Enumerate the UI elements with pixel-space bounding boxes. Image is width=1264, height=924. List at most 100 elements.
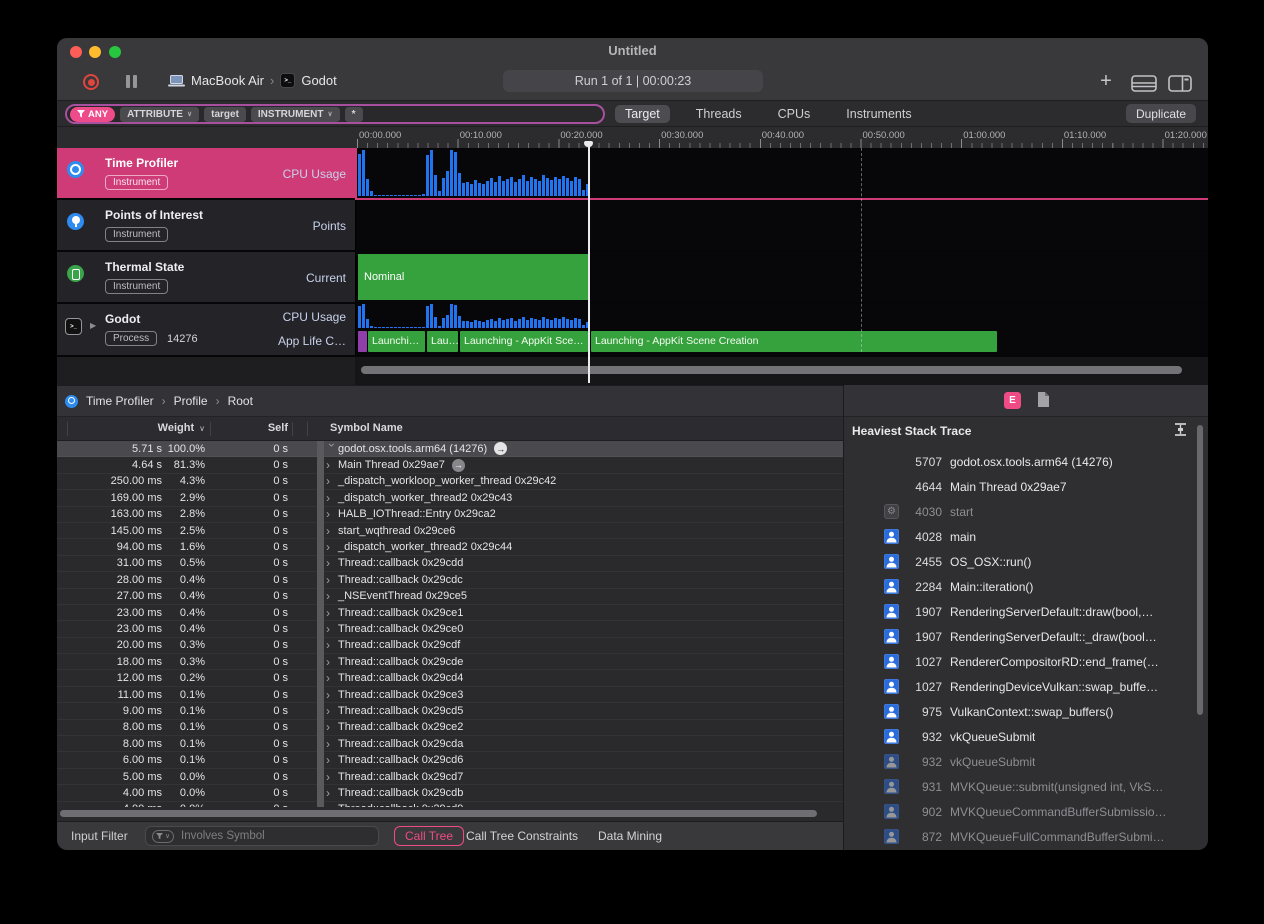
- disclosure-chevron-icon[interactable]: ›: [326, 657, 338, 667]
- call-tree-row[interactable]: 12.00 ms0.2%0 s›Thread::callback 0x29cd4: [57, 670, 843, 686]
- call-tree-row[interactable]: 18.00 ms0.3%0 s›Thread::callback 0x29cde: [57, 654, 843, 670]
- disclosure-chevron-icon[interactable]: ›: [326, 722, 338, 732]
- tab-cpus[interactable]: CPUs: [768, 105, 821, 123]
- call-tree-row[interactable]: 94.00 ms1.6%0 s›_dispatch_worker_thread2…: [57, 539, 843, 555]
- disclosure-chevron-icon[interactable]: ›: [326, 640, 338, 650]
- disclosure-chevron-icon[interactable]: ›: [326, 772, 338, 782]
- life-phase-segment[interactable]: [358, 331, 367, 352]
- call-tree-row[interactable]: 20.00 ms0.3%0 s›Thread::callback 0x29cdf: [57, 638, 843, 654]
- call-tree-button[interactable]: Call Tree: [394, 826, 464, 846]
- track-row-godot-process[interactable]: >_ ▶ Godot Process 14276 CPU Usage App L…: [57, 304, 1208, 357]
- disclosure-chevron-icon[interactable]: ›: [326, 706, 338, 716]
- stack-frame-row[interactable]: 4028main: [844, 524, 1208, 549]
- disclosure-chevron-icon[interactable]: ›: [326, 624, 338, 634]
- track-row-thermal-state[interactable]: Thermal State Instrument Current Nominal: [57, 252, 1208, 304]
- tab-instruments[interactable]: Instruments: [836, 105, 921, 123]
- stack-frame-row[interactable]: 4644Main Thread 0x29ae7: [844, 474, 1208, 499]
- call-tree-constraints-button[interactable]: Call Tree Constraints: [466, 829, 578, 843]
- stack-frame-row[interactable]: 1907RenderingServerDefault::_draw(bool…: [844, 624, 1208, 649]
- playhead-line[interactable]: [588, 141, 590, 383]
- record-button[interactable]: [83, 74, 99, 90]
- document-icon[interactable]: [1036, 391, 1051, 409]
- call-tree-row[interactable]: 5.71 s100.0%0 s›godot.osx.tools.arm64 (1…: [57, 441, 843, 457]
- call-tree-row[interactable]: 4.64 s81.3%0 s›Main Thread 0x29ae7→: [57, 457, 843, 473]
- stack-frame-row[interactable]: 902MVKQueueCommandBufferSubmissio…: [844, 799, 1208, 824]
- stack-frame-row[interactable]: ⚙4030start: [844, 499, 1208, 524]
- device-name[interactable]: MacBook Air: [191, 73, 264, 88]
- call-tree-row[interactable]: 9.00 ms0.1%0 s›Thread::callback 0x29cd5: [57, 703, 843, 719]
- filter-any-pill[interactable]: ANY: [70, 107, 115, 122]
- disclosure-chevron-icon[interactable]: ›: [326, 739, 338, 749]
- points-lane[interactable]: [355, 200, 1208, 250]
- process-name[interactable]: Godot: [301, 73, 336, 88]
- run-display[interactable]: Run 1 of 1 | 00:00:23: [503, 70, 763, 92]
- stack-frame-row[interactable]: 1027RenderingDeviceVulkan::swap_buffe…: [844, 674, 1208, 699]
- disclosure-chevron-icon[interactable]: ›: [326, 526, 338, 536]
- thermal-state-bar[interactable]: Nominal: [358, 254, 590, 300]
- symbol-filter-field[interactable]: ∨: [145, 826, 379, 846]
- panel-vertical-scrollbar[interactable]: [1197, 425, 1203, 715]
- stack-frame-row[interactable]: 5707godot.osx.tools.arm64 (14276): [844, 449, 1208, 474]
- filter-token-attribute[interactable]: ATTRIBUTE∨: [120, 107, 199, 122]
- filter-options-icon[interactable]: ∨: [152, 830, 174, 843]
- stack-frame-row[interactable]: 2455OS_OSX::run(): [844, 549, 1208, 574]
- call-tree-row[interactable]: 23.00 ms0.4%0 s›Thread::callback 0x29ce0: [57, 621, 843, 637]
- life-phase-segment[interactable]: Lau…: [427, 331, 458, 352]
- call-tree-row[interactable]: 27.00 ms0.4%0 s›_NSEventThread 0x29ce5: [57, 589, 843, 605]
- stack-frame-row[interactable]: 1027RendererCompositorRD::end_frame(…: [844, 649, 1208, 674]
- call-tree-row[interactable]: 163.00 ms2.8%0 s›HALB_IOThread::Entry 0x…: [57, 507, 843, 523]
- call-tree-row[interactable]: 11.00 ms0.1%0 s›Thread::callback 0x29ce3: [57, 687, 843, 703]
- disclosure-chevron-icon[interactable]: ›: [326, 608, 338, 618]
- breadcrumb-item[interactable]: Profile: [174, 394, 208, 408]
- life-phase-segment[interactable]: Launchi…: [368, 331, 425, 352]
- track-row-time-profiler[interactable]: Time Profiler Instrument CPU Usage: [57, 148, 1208, 200]
- cpu-usage-lane[interactable]: [355, 148, 1208, 198]
- symbol-filter-input[interactable]: [179, 829, 349, 843]
- disclosure-chevron-icon[interactable]: ›: [326, 460, 338, 470]
- data-mining-button[interactable]: Data Mining: [598, 829, 662, 843]
- disclosure-chevron-icon[interactable]: ›: [326, 755, 338, 765]
- breadcrumb-item[interactable]: Time Profiler: [86, 394, 154, 408]
- stack-frame-row[interactable]: 1907RenderingServerDefault::draw(bool,…: [844, 599, 1208, 624]
- stack-frame-row[interactable]: 2284Main::iteration(): [844, 574, 1208, 599]
- track-horizontal-scrollbar[interactable]: [361, 366, 1182, 374]
- disclosure-chevron-icon[interactable]: ›: [326, 690, 338, 700]
- column-header-symbol-name[interactable]: Symbol Name: [330, 422, 403, 434]
- focus-arrow-icon[interactable]: →: [452, 459, 465, 472]
- disclosure-chevron-icon[interactable]: ›: [326, 591, 338, 601]
- stack-frame-row[interactable]: 975VulkanContext::swap_buffers(): [844, 699, 1208, 724]
- life-phase-segment[interactable]: Launching - AppKit Sce…: [460, 331, 588, 352]
- disclosure-chevron-icon[interactable]: ›: [326, 673, 338, 683]
- table-horizontal-scrollbar[interactable]: [60, 810, 817, 817]
- column-header-weight[interactable]: Weight∨: [97, 422, 205, 434]
- disclosure-chevron-icon[interactable]: ›: [326, 476, 338, 486]
- focus-arrow-icon[interactable]: →: [494, 442, 507, 455]
- call-tree-row[interactable]: 145.00 ms2.5%0 s›start_wqthread 0x29ce6: [57, 523, 843, 539]
- column-header-self[interactable]: Self: [237, 422, 288, 434]
- call-tree-row[interactable]: 250.00 ms4.3%0 s›_dispatch_workloop_work…: [57, 474, 843, 490]
- call-tree-row[interactable]: 169.00 ms2.9%0 s›_dispatch_worker_thread…: [57, 490, 843, 506]
- track-filter-field[interactable]: ANY ATTRIBUTE∨ target INSTRUMENT∨ *: [65, 104, 605, 124]
- disclosure-chevron-icon[interactable]: ›: [326, 558, 338, 568]
- stack-frame-row[interactable]: 932vkQueueSubmit: [844, 749, 1208, 774]
- call-tree-row[interactable]: 4.00 ms0.0%0 s›Thread::callback 0x29cdb: [57, 785, 843, 801]
- filter-token-wildcard[interactable]: *: [345, 107, 363, 122]
- stack-frame-row[interactable]: 931MVKQueue::submit(unsigned int, VkS…: [844, 774, 1208, 799]
- stack-frame-row[interactable]: 872MVKQueueFullCommandBufferSubmi…: [844, 824, 1208, 849]
- disclosure-chevron-icon[interactable]: ›: [326, 493, 338, 503]
- disclosure-chevron-icon[interactable]: ›: [327, 443, 337, 455]
- track-row-points-of-interest[interactable]: Points of Interest Instrument Points: [57, 200, 1208, 252]
- extended-detail-button[interactable]: E: [1004, 392, 1021, 409]
- disclosure-chevron-icon[interactable]: ›: [326, 542, 338, 552]
- godot-lanes[interactable]: Launchi…Lau…Launching - AppKit Sce…Launc…: [355, 304, 1208, 355]
- tab-threads[interactable]: Threads: [686, 105, 752, 123]
- bottom-panel-toggle[interactable]: [1131, 75, 1157, 92]
- filter-token-instrument[interactable]: INSTRUMENT∨: [251, 107, 340, 122]
- disclosure-chevron-icon[interactable]: ›: [326, 788, 338, 798]
- target-selector[interactable]: MacBook Air › >_ Godot: [168, 73, 337, 88]
- stack-frame-row[interactable]: 932vkQueueSubmit: [844, 724, 1208, 749]
- add-instrument-button[interactable]: +: [1095, 70, 1117, 92]
- call-tree-row[interactable]: 6.00 ms0.1%0 s›Thread::callback 0x29cd6: [57, 752, 843, 768]
- disclosure-triangle-icon[interactable]: ▶: [90, 321, 96, 330]
- call-tree-row[interactable]: 8.00 ms0.1%0 s›Thread::callback 0x29ce2: [57, 720, 843, 736]
